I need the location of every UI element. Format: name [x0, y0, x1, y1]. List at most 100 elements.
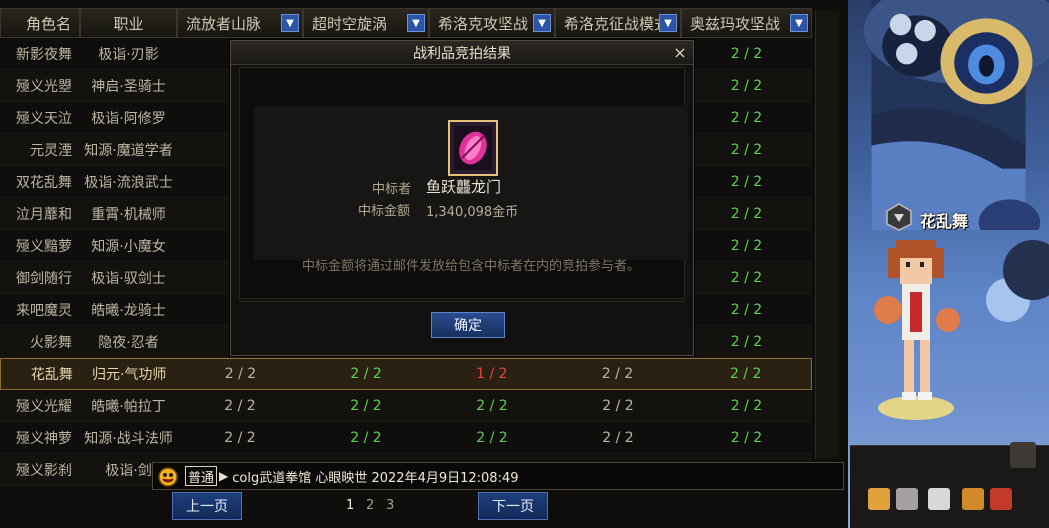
cell-dungeon-5: 2 / 2	[730, 109, 763, 126]
cell-job: 隐夜·忍者	[98, 334, 159, 351]
notification-icon[interactable]	[990, 488, 1012, 510]
cell-job: 皓曦·龙骑士	[91, 302, 166, 319]
table-row[interactable]: 花乱舞 归元·气功师 2 / 2 2 / 2 1 / 2 2 / 2 2 / 2	[0, 358, 812, 390]
col-header-label: 希洛克征战模式	[564, 14, 670, 33]
col-header-name: 角色名	[0, 8, 80, 38]
table-row[interactable]: 殛义神萝 知源·战斗法师 2 / 2 2 / 2 2 / 2 2 / 2 2 / 2	[0, 422, 812, 454]
cell-dungeon-1: 2 / 2	[224, 429, 256, 446]
cell-dungeon-5: 2 / 2	[730, 77, 763, 94]
loot-item-slot[interactable]	[448, 120, 498, 176]
cell-dungeon-1: 2 / 2	[224, 397, 256, 414]
cell-dungeon-5: 2 / 2	[730, 429, 763, 446]
winner-name: 鱼跃龘龙门	[426, 178, 502, 196]
emoji-face-icon[interactable]	[155, 463, 181, 489]
cell-job: 极诣·流浪武士	[84, 174, 173, 191]
col-header-dungeon-4[interactable]: 希洛克征战模式 ▼	[555, 8, 681, 38]
col-header-dungeon-3[interactable]: 希洛克攻坚战 ▼	[429, 8, 555, 38]
dropdown-arrow-icon[interactable]: ▼	[659, 14, 677, 32]
cell-character-name: 御剑随行	[16, 270, 72, 287]
cell-character-name: 双花乱舞	[16, 174, 72, 191]
cell-job: 极诣·驭剑士	[91, 270, 166, 287]
cell-dungeon-5: 2 / 2	[730, 333, 763, 350]
dropdown-arrow-icon[interactable]: ▼	[407, 14, 425, 32]
confirm-button[interactable]: 确定	[431, 312, 505, 338]
dialog-title: 战利品竞拍结果	[413, 45, 511, 62]
cell-dungeon-1: 2 / 2	[224, 366, 257, 382]
cell-character-name: 花乱舞	[30, 367, 73, 383]
cell-dungeon-2: 2 / 2	[350, 397, 382, 414]
table-header: 角色名 职业 流放者山脉 ▼ 超时空旋涡 ▼ 希洛克攻坚战 ▼ 希洛克征战模式 ▼ 奥兹…	[0, 8, 812, 38]
cell-character-name: 殛义光曌	[16, 78, 72, 95]
cell-job: 重霄·机械师	[91, 206, 166, 223]
character-card-icon[interactable]	[928, 488, 950, 510]
cell-dungeon-5: 2 / 2	[730, 141, 763, 158]
cell-character-name: 火影舞	[30, 334, 72, 351]
hourglass-icon[interactable]	[868, 488, 890, 510]
amount-value: 1,340,098金币	[426, 205, 519, 220]
chat-message-bar[interactable]: 普通 ▶ colg武道拳馆 心眼映世 2022年4月9日12:08:49	[152, 462, 844, 490]
game-ui-root: 角色名 职业 流放者山脉 ▼ 超时空旋涡 ▼ 希洛克攻坚战 ▼ 希洛克征战模式 ▼ 奥兹…	[0, 0, 1049, 528]
calendar-icon[interactable]	[896, 488, 918, 510]
chat-message-text: colg武道拳馆 心眼映世 2022年4月9日12:08:49	[232, 470, 519, 486]
cell-character-name: 元灵湮	[30, 142, 72, 159]
cell-dungeon-5: 2 / 2	[730, 237, 763, 254]
cell-character-name: 殛义影刹	[16, 462, 72, 479]
close-icon[interactable]: ×	[671, 43, 689, 62]
cell-job: 归元·气功师	[91, 367, 167, 383]
amount-label: 中标金额	[358, 204, 411, 219]
page-number-3[interactable]: 3	[386, 498, 394, 513]
dialog-footer: 确定	[239, 301, 685, 345]
dialog-notice: 中标金额将通过邮件发放给包含中标者在内的竞拍参与者。	[301, 259, 640, 274]
col-header-label: 奥兹玛攻坚战	[690, 14, 781, 33]
cell-dungeon-2: 2 / 2	[350, 429, 382, 446]
cell-character-name: 殛义光耀	[16, 398, 72, 415]
cell-dungeon-5: 2 / 2	[730, 269, 763, 286]
scene-background-art	[863, 0, 1049, 230]
cell-character-name: 来吧魔灵	[16, 302, 72, 319]
trophy-icon[interactable]	[962, 488, 984, 510]
dropdown-arrow-icon[interactable]: ▼	[533, 14, 551, 32]
menu-panel-icon[interactable]	[1010, 442, 1036, 468]
cell-dungeon-5: 2 / 2	[730, 397, 763, 414]
cell-dungeon-4: 2 / 2	[601, 366, 634, 382]
dialog-title-bar: 战利品竞拍结果 ×	[231, 41, 693, 65]
page-number-1[interactable]: 1	[346, 498, 354, 513]
cell-job: 知源·小魔女	[91, 238, 166, 255]
col-header-label: 希洛克攻坚战	[438, 14, 529, 33]
prev-page-button[interactable]: 上一页	[172, 492, 242, 520]
loot-item-icon	[454, 126, 492, 170]
page-number-2[interactable]: 2	[366, 498, 374, 513]
cell-dungeon-5: 2 / 2	[729, 366, 762, 382]
cell-job: 神启·圣骑士	[91, 78, 166, 95]
table-scrollbar[interactable]	[815, 10, 839, 458]
dropdown-arrow-icon[interactable]: ▼	[790, 14, 808, 32]
col-header-dungeon-5[interactable]: 奥兹玛攻坚战 ▼	[681, 8, 812, 38]
cell-job: 皓曦·帕拉丁	[91, 398, 166, 415]
cell-character-name: 泣月蘼和	[16, 206, 72, 223]
winner-label: 中标者	[372, 182, 412, 197]
play-arrow-icon: ▶	[219, 469, 229, 483]
player-rank-badge-icon	[886, 203, 912, 231]
cell-job: 知源·战斗法师	[84, 430, 173, 447]
col-header-label: 流放者山脉	[186, 14, 262, 33]
cell-dungeon-5: 2 / 2	[730, 205, 763, 222]
quick-slot-bar	[850, 442, 1049, 528]
auction-result-dialog: 战利品竞拍结果 × 中标者 鱼跃龘龙门 中标金额 1,340,098金币 中标金…	[230, 40, 694, 356]
cell-dungeon-5: 2 / 2	[730, 301, 763, 318]
player-nameplate: 花乱舞	[920, 212, 969, 231]
cell-character-name: 殛义黯萝	[16, 238, 72, 255]
cell-dungeon-2: 2 / 2	[350, 366, 382, 382]
dropdown-arrow-icon[interactable]: ▼	[281, 14, 299, 32]
col-header-job: 职业	[80, 8, 177, 38]
cell-character-name: 殛义神萝	[16, 430, 72, 447]
col-header-dungeon-2[interactable]: 超时空旋涡 ▼	[303, 8, 429, 38]
table-row[interactable]: 殛义光耀 皓曦·帕拉丁 2 / 2 2 / 2 2 / 2 2 / 2 2 / 2	[0, 390, 812, 422]
cell-dungeon-4: 2 / 2	[602, 429, 634, 446]
chat-channel-tag[interactable]: 普通	[185, 466, 218, 486]
cell-dungeon-3: 1 / 2	[476, 366, 508, 382]
cell-character-name: 新影夜舞	[16, 46, 72, 63]
cell-job: 极诣·刃影	[98, 46, 159, 63]
col-header-dungeon-1[interactable]: 流放者山脉 ▼	[177, 8, 303, 38]
next-page-button[interactable]: 下一页	[478, 492, 548, 520]
cell-dungeon-3: 2 / 2	[476, 429, 508, 446]
